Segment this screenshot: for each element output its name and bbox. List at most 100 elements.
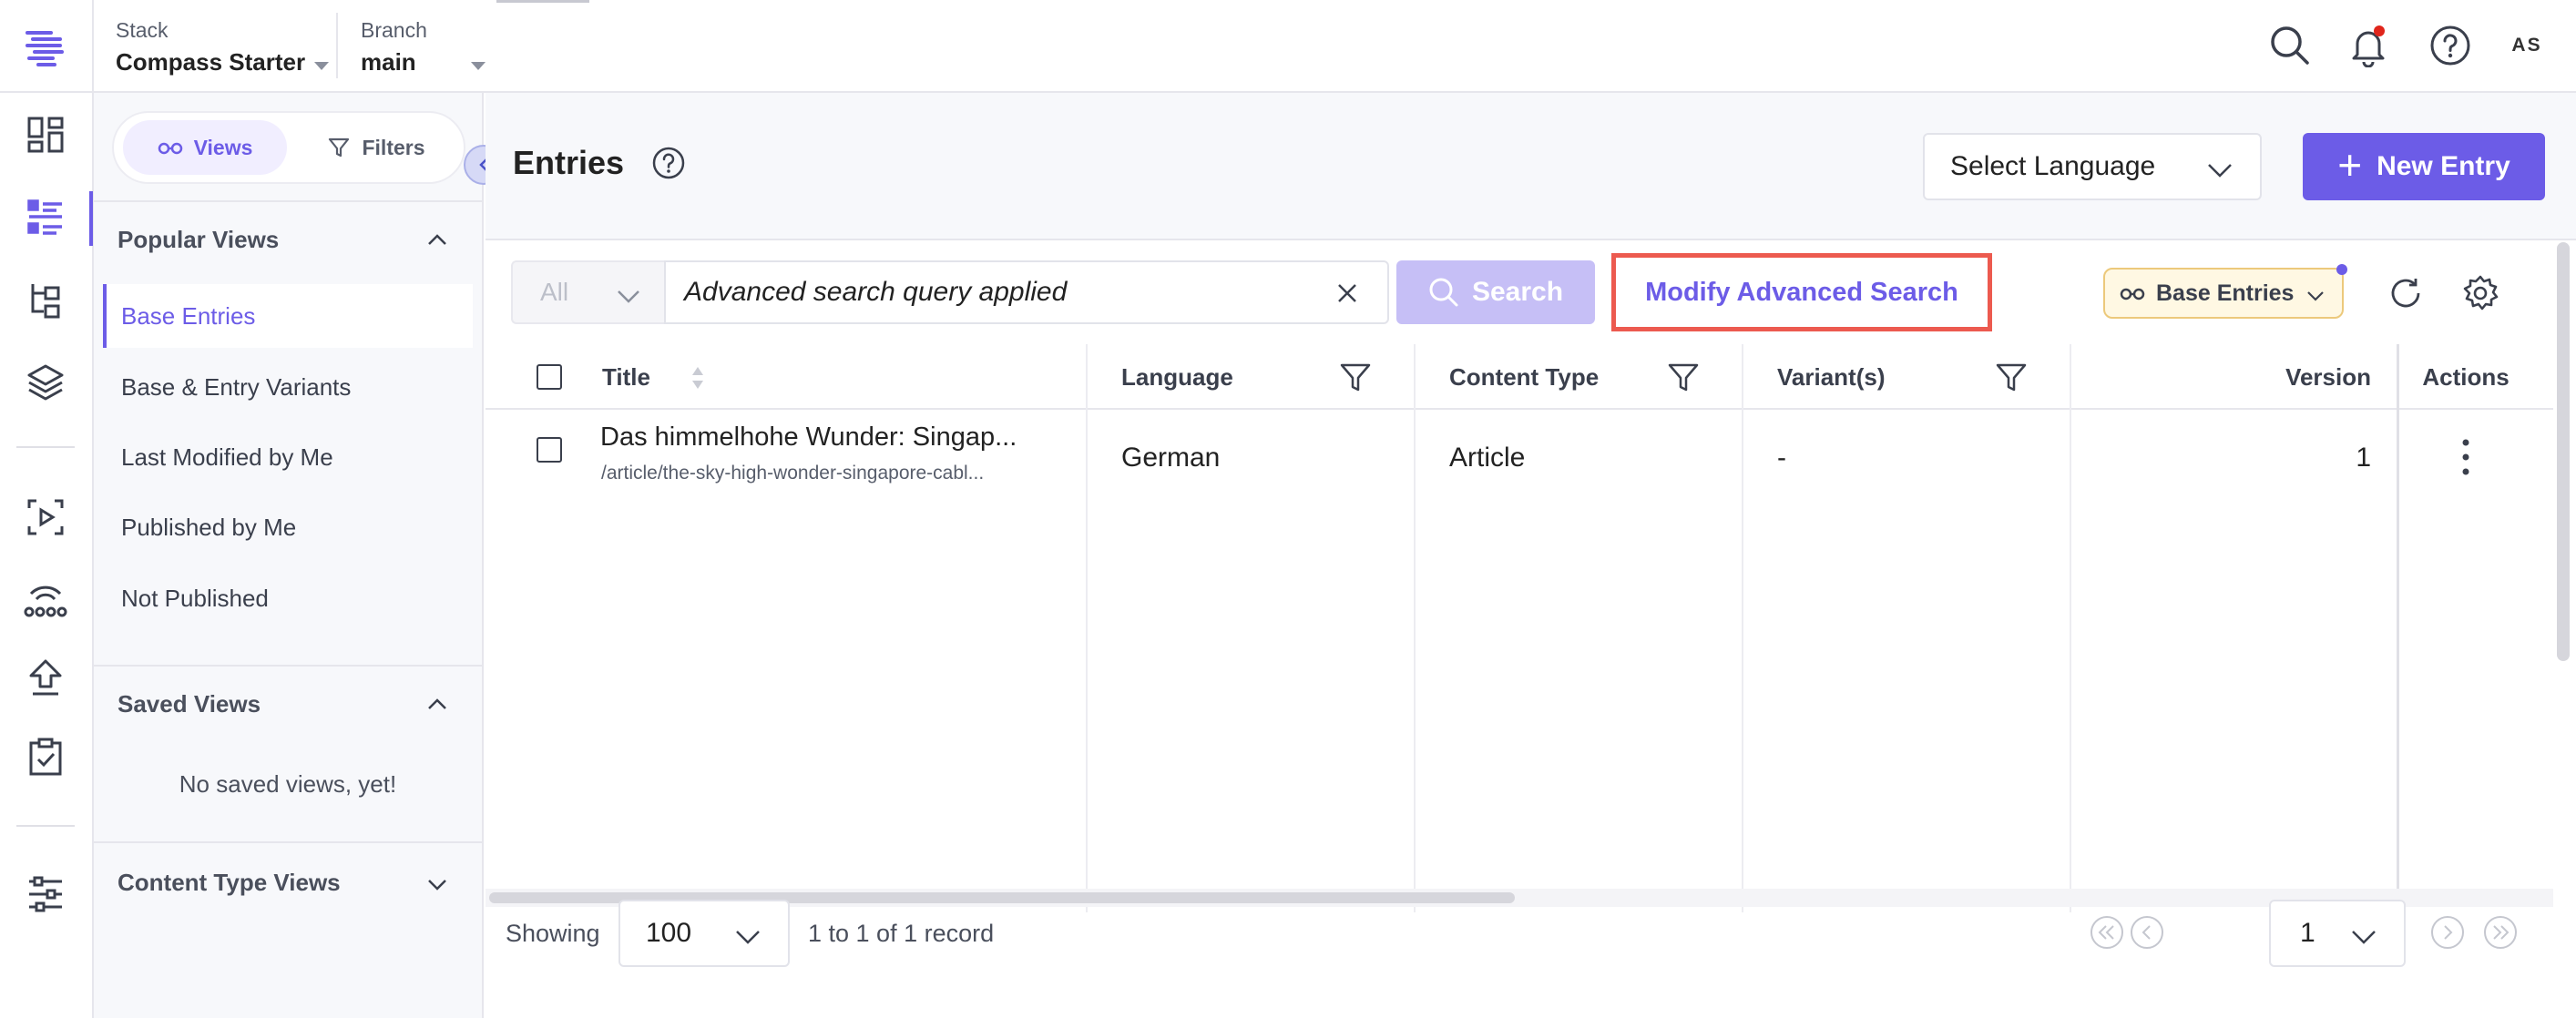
webhooks-icon[interactable]: [20, 572, 71, 623]
more-actions-icon[interactable]: [2462, 437, 2469, 477]
chevron-down-icon: [618, 290, 639, 303]
panel-divider: [94, 841, 482, 843]
table-header: Title Language Content Type Variant(s) V…: [486, 344, 2553, 410]
column-header-version[interactable]: Version: [2280, 344, 2371, 410]
deploy-upload-icon[interactable]: [20, 652, 71, 703]
entries-list-icon[interactable]: [20, 191, 71, 242]
view-selector-pill[interactable]: Base Entries: [2103, 268, 2344, 319]
chevron-down-icon: [2208, 164, 2232, 178]
new-entry-button[interactable]: + New Entry: [2303, 133, 2545, 200]
bell-icon[interactable]: [2341, 18, 2396, 73]
filter-icon[interactable]: [1666, 361, 1701, 395]
column-header-actions: Actions: [2422, 362, 2510, 391]
top-bar: Stack Compass Starter Branch main AS: [0, 0, 2576, 93]
glasses-icon: [158, 142, 182, 155]
view-item-base-entry-variants[interactable]: Base & Entry Variants: [103, 355, 473, 419]
filters-tab[interactable]: Filters: [296, 120, 456, 175]
view-item-last-modified-by-me[interactable]: Last Modified by Me: [103, 425, 473, 489]
search-icon: [1429, 278, 1458, 307]
panel-divider: [94, 665, 482, 667]
help-icon[interactable]: [651, 146, 686, 180]
rail-divider: [16, 825, 75, 827]
chevron-down-icon: [2352, 931, 2376, 944]
releases-play-icon[interactable]: [20, 492, 71, 543]
next-page-icon[interactable]: [2429, 914, 2466, 951]
chevron-down-icon: [2307, 291, 2324, 301]
entries-table: Title Language Content Type Variant(s) V…: [486, 344, 2553, 912]
stack-label: Stack: [116, 18, 169, 42]
views-tab[interactable]: Views: [123, 120, 287, 175]
avatar[interactable]: AS: [2499, 18, 2554, 73]
entry-language: German: [1121, 443, 1221, 473]
chevron-down-icon: [736, 931, 760, 944]
saved-views-heading[interactable]: Saved Views: [118, 690, 261, 718]
saved-views-empty-message: No saved views, yet!: [179, 770, 397, 798]
first-page-icon[interactable]: [2089, 914, 2125, 951]
current-page-value: 1: [2300, 918, 2315, 948]
filter-icon[interactable]: [1994, 361, 2029, 395]
help-icon[interactable]: [2423, 18, 2478, 73]
last-page-icon[interactable]: [2482, 914, 2519, 951]
branch-switcher[interactable]: Branch main: [361, 18, 486, 76]
record-count: 1 to 1 of 1 record: [808, 920, 995, 947]
stack-caret-icon[interactable]: [314, 62, 330, 71]
search-scope-select[interactable]: All: [511, 260, 664, 324]
gear-icon[interactable]: [2458, 271, 2502, 315]
search-button[interactable]: Search: [1396, 260, 1595, 324]
chevron-up-icon[interactable]: [422, 688, 453, 719]
topbar-divider: [336, 13, 338, 78]
search-icon[interactable]: [2263, 18, 2317, 73]
per-page-select[interactable]: 100: [618, 900, 790, 967]
column-header-content-type[interactable]: Content Type: [1449, 344, 1599, 410]
view-item-not-published[interactable]: Not Published: [103, 566, 473, 630]
view-item-published-by-me[interactable]: Published by Me: [103, 495, 473, 559]
branch-label: Branch: [361, 18, 427, 42]
column-header-variants[interactable]: Variant(s): [1777, 344, 1886, 410]
rail-divider: [16, 446, 75, 448]
rail-active-indicator: [89, 191, 93, 246]
content-type-views-heading[interactable]: Content Type Views: [118, 869, 341, 897]
chevron-down-icon[interactable]: [422, 869, 453, 900]
view-change-indicator: [2336, 264, 2347, 275]
contentstack-logo-icon[interactable]: [22, 24, 69, 71]
popular-views-heading[interactable]: Popular Views: [118, 226, 279, 254]
language-select-label: Select Language: [1950, 151, 2156, 181]
view-item-base-entries[interactable]: Base Entries: [103, 284, 473, 348]
showing-label: Showing: [506, 920, 600, 947]
assets-layers-icon[interactable]: [20, 357, 71, 408]
column-header-language[interactable]: Language: [1121, 344, 1233, 410]
row-checkbox[interactable]: [537, 437, 562, 463]
tasks-clipboard-icon[interactable]: [20, 732, 71, 783]
language-select[interactable]: Select Language: [1923, 133, 2262, 200]
entry-title[interactable]: Das himmelhohe Wunder: Singap...: [600, 422, 1017, 453]
stack-switcher[interactable]: Stack Compass Starter: [116, 18, 330, 76]
settings-sliders-icon[interactable]: [20, 869, 71, 920]
branch-name[interactable]: main: [361, 48, 416, 76]
chevron-up-icon[interactable]: [422, 224, 453, 255]
page-number-select[interactable]: 1: [2269, 900, 2406, 967]
search-input[interactable]: Advanced search query applied: [664, 260, 1389, 324]
stack-name[interactable]: Compass Starter: [116, 48, 305, 76]
entry-variants: -: [1777, 443, 1786, 473]
branch-caret-icon[interactable]: [470, 62, 486, 71]
table-row[interactable]: Das himmelhohe Wunder: Singap... /articl…: [486, 410, 2553, 508]
top-tab-indicator: [496, 0, 589, 3]
sort-icon[interactable]: [690, 364, 705, 392]
filter-icon[interactable]: [1338, 361, 1373, 395]
modify-advanced-search-button[interactable]: Modify Advanced Search: [1611, 253, 1992, 331]
entry-url: /article/the-sky-high-wonder-singapore-c…: [601, 463, 985, 484]
content-models-icon[interactable]: [20, 275, 71, 326]
dashboard-icon[interactable]: [20, 109, 71, 160]
close-icon[interactable]: [1334, 280, 1360, 306]
new-entry-label: New Entry: [2377, 151, 2510, 181]
column-header-title[interactable]: Title: [602, 344, 650, 410]
vertical-scrollbar[interactable]: [2557, 242, 2570, 661]
select-all-checkbox[interactable]: [537, 364, 562, 390]
entry-version: 1: [2356, 443, 2371, 473]
filters-tab-label: Filters: [362, 135, 425, 159]
previous-page-icon[interactable]: [2129, 914, 2165, 951]
refresh-icon[interactable]: [2384, 271, 2428, 315]
plus-icon: +: [2337, 141, 2363, 188]
glasses-icon: [2120, 288, 2145, 300]
views-tab-label: Views: [193, 135, 253, 159]
